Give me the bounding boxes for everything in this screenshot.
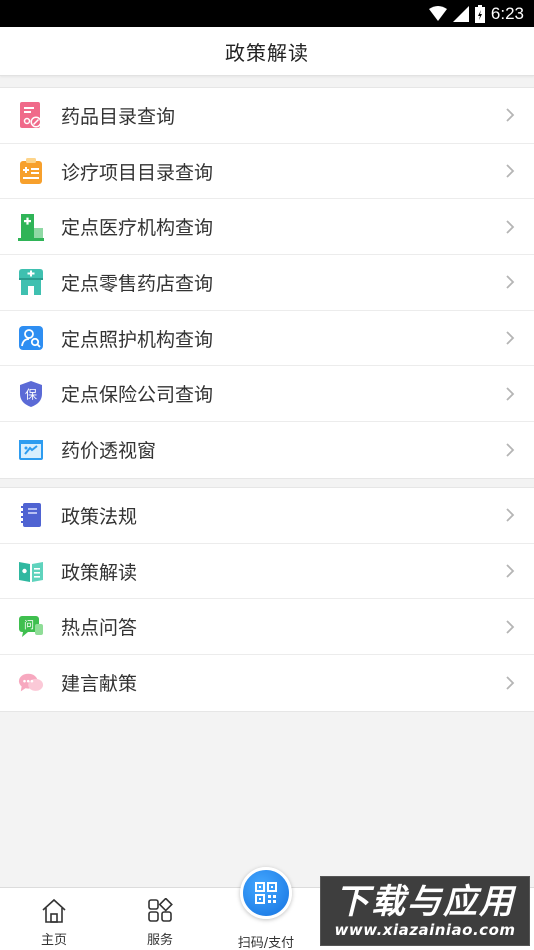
page-title: 政策解读 bbox=[225, 40, 309, 65]
chevron-right-icon bbox=[506, 275, 515, 290]
nav-home[interactable]: 主页 bbox=[14, 888, 94, 950]
person-search-icon bbox=[18, 324, 44, 352]
book-icon bbox=[18, 557, 44, 585]
chevron-right-icon bbox=[506, 676, 515, 690]
signal-icon bbox=[452, 5, 469, 22]
query-list: 药品目录查询 诊疗项目目录查询 定点医疗机构查询 定点零售药店查询 定点照护机构… bbox=[0, 87, 534, 479]
chevron-right-icon bbox=[506, 108, 515, 122]
price-window-icon bbox=[18, 436, 44, 464]
watermark-url: www.xiazainiao.com bbox=[334, 921, 516, 939]
list-item-label: 定点医疗机构查询 bbox=[61, 217, 214, 240]
battery-icon bbox=[474, 4, 485, 23]
list-item-label: 定点保险公司查询 bbox=[61, 384, 214, 407]
list-item-insurance-company[interactable]: 保 定点保险公司查询 bbox=[0, 366, 534, 423]
nav-scan-label: 扫码/支付 bbox=[237, 936, 295, 950]
grid-icon bbox=[146, 897, 174, 925]
notebook-icon bbox=[18, 501, 44, 529]
hospital-icon bbox=[18, 213, 44, 241]
chevron-right-icon bbox=[506, 443, 515, 457]
nav-service[interactable]: 服务 bbox=[120, 888, 200, 950]
list-item-label: 定点零售药店查询 bbox=[61, 272, 214, 295]
status-bar: 6:23 bbox=[0, 0, 534, 27]
list-item-suggestions[interactable]: 建言献策 bbox=[0, 655, 534, 711]
chevron-right-icon bbox=[506, 508, 515, 522]
status-time: 6:23 bbox=[490, 3, 524, 23]
suggestion-chat-icon bbox=[18, 669, 44, 697]
chevron-right-icon bbox=[506, 220, 515, 234]
chevron-right-icon bbox=[506, 387, 515, 401]
watermark-logo: 下载与应用 www.xiazainiao.com bbox=[320, 876, 530, 946]
list-item-treatment-catalog[interactable]: 诊疗项目目录查询 bbox=[0, 144, 534, 200]
qr-code-icon bbox=[255, 882, 277, 904]
svg-text:保: 保 bbox=[25, 387, 37, 401]
qr-scan-button[interactable] bbox=[240, 867, 292, 919]
app-header: 政策解读 bbox=[0, 27, 534, 76]
nav-home-label: 主页 bbox=[40, 933, 67, 948]
chevron-right-icon bbox=[506, 331, 515, 345]
list-item-drug-price-window[interactable]: 药价透视窗 bbox=[0, 422, 534, 478]
list-item-label: 政策法规 bbox=[61, 505, 138, 528]
list-item-drug-catalog[interactable]: 药品目录查询 bbox=[0, 88, 534, 144]
list-item-care-institution[interactable]: 定点照护机构查询 bbox=[0, 311, 534, 367]
qa-chat-icon: 问 bbox=[18, 613, 44, 641]
wifi-icon bbox=[428, 5, 447, 21]
list-item-label: 建言献策 bbox=[61, 673, 138, 696]
list-item-label: 诊疗项目目录查询 bbox=[61, 161, 214, 184]
policy-list: 政策法规 政策解读 问 热点问答 建言献策 bbox=[0, 487, 534, 712]
list-item-label: 热点问答 bbox=[61, 617, 138, 640]
list-item-policy-interpretation[interactable]: 政策解读 bbox=[0, 544, 534, 600]
nav-service-label: 服务 bbox=[146, 933, 173, 948]
pharmacy-icon bbox=[18, 268, 44, 296]
list-item-label: 定点照护机构查询 bbox=[61, 328, 214, 351]
chevron-right-icon bbox=[506, 164, 515, 178]
chevron-right-icon bbox=[506, 564, 515, 578]
list-item-label: 政策解读 bbox=[61, 561, 138, 584]
list-item-medical-institution[interactable]: 定点医疗机构查询 bbox=[0, 199, 534, 256]
chevron-right-icon bbox=[506, 620, 515, 634]
list-item-pharmacy[interactable]: 定点零售药店查询 bbox=[0, 255, 534, 311]
watermark-title: 下载与应用 bbox=[335, 882, 515, 922]
svg-text:问: 问 bbox=[24, 618, 34, 631]
list-item-policy-regulations[interactable]: 政策法规 bbox=[0, 488, 534, 544]
insurance-shield-icon: 保 bbox=[18, 380, 44, 408]
drug-catalog-icon bbox=[18, 101, 44, 129]
list-item-label: 药价透视窗 bbox=[61, 440, 157, 463]
list-item-hot-qa[interactable]: 问 热点问答 bbox=[0, 599, 534, 656]
home-icon bbox=[40, 897, 68, 925]
list-item-label: 药品目录查询 bbox=[61, 105, 176, 128]
nav-scan-pay[interactable]: 扫码/支付 bbox=[226, 867, 306, 950]
clipboard-medical-icon bbox=[18, 157, 44, 185]
